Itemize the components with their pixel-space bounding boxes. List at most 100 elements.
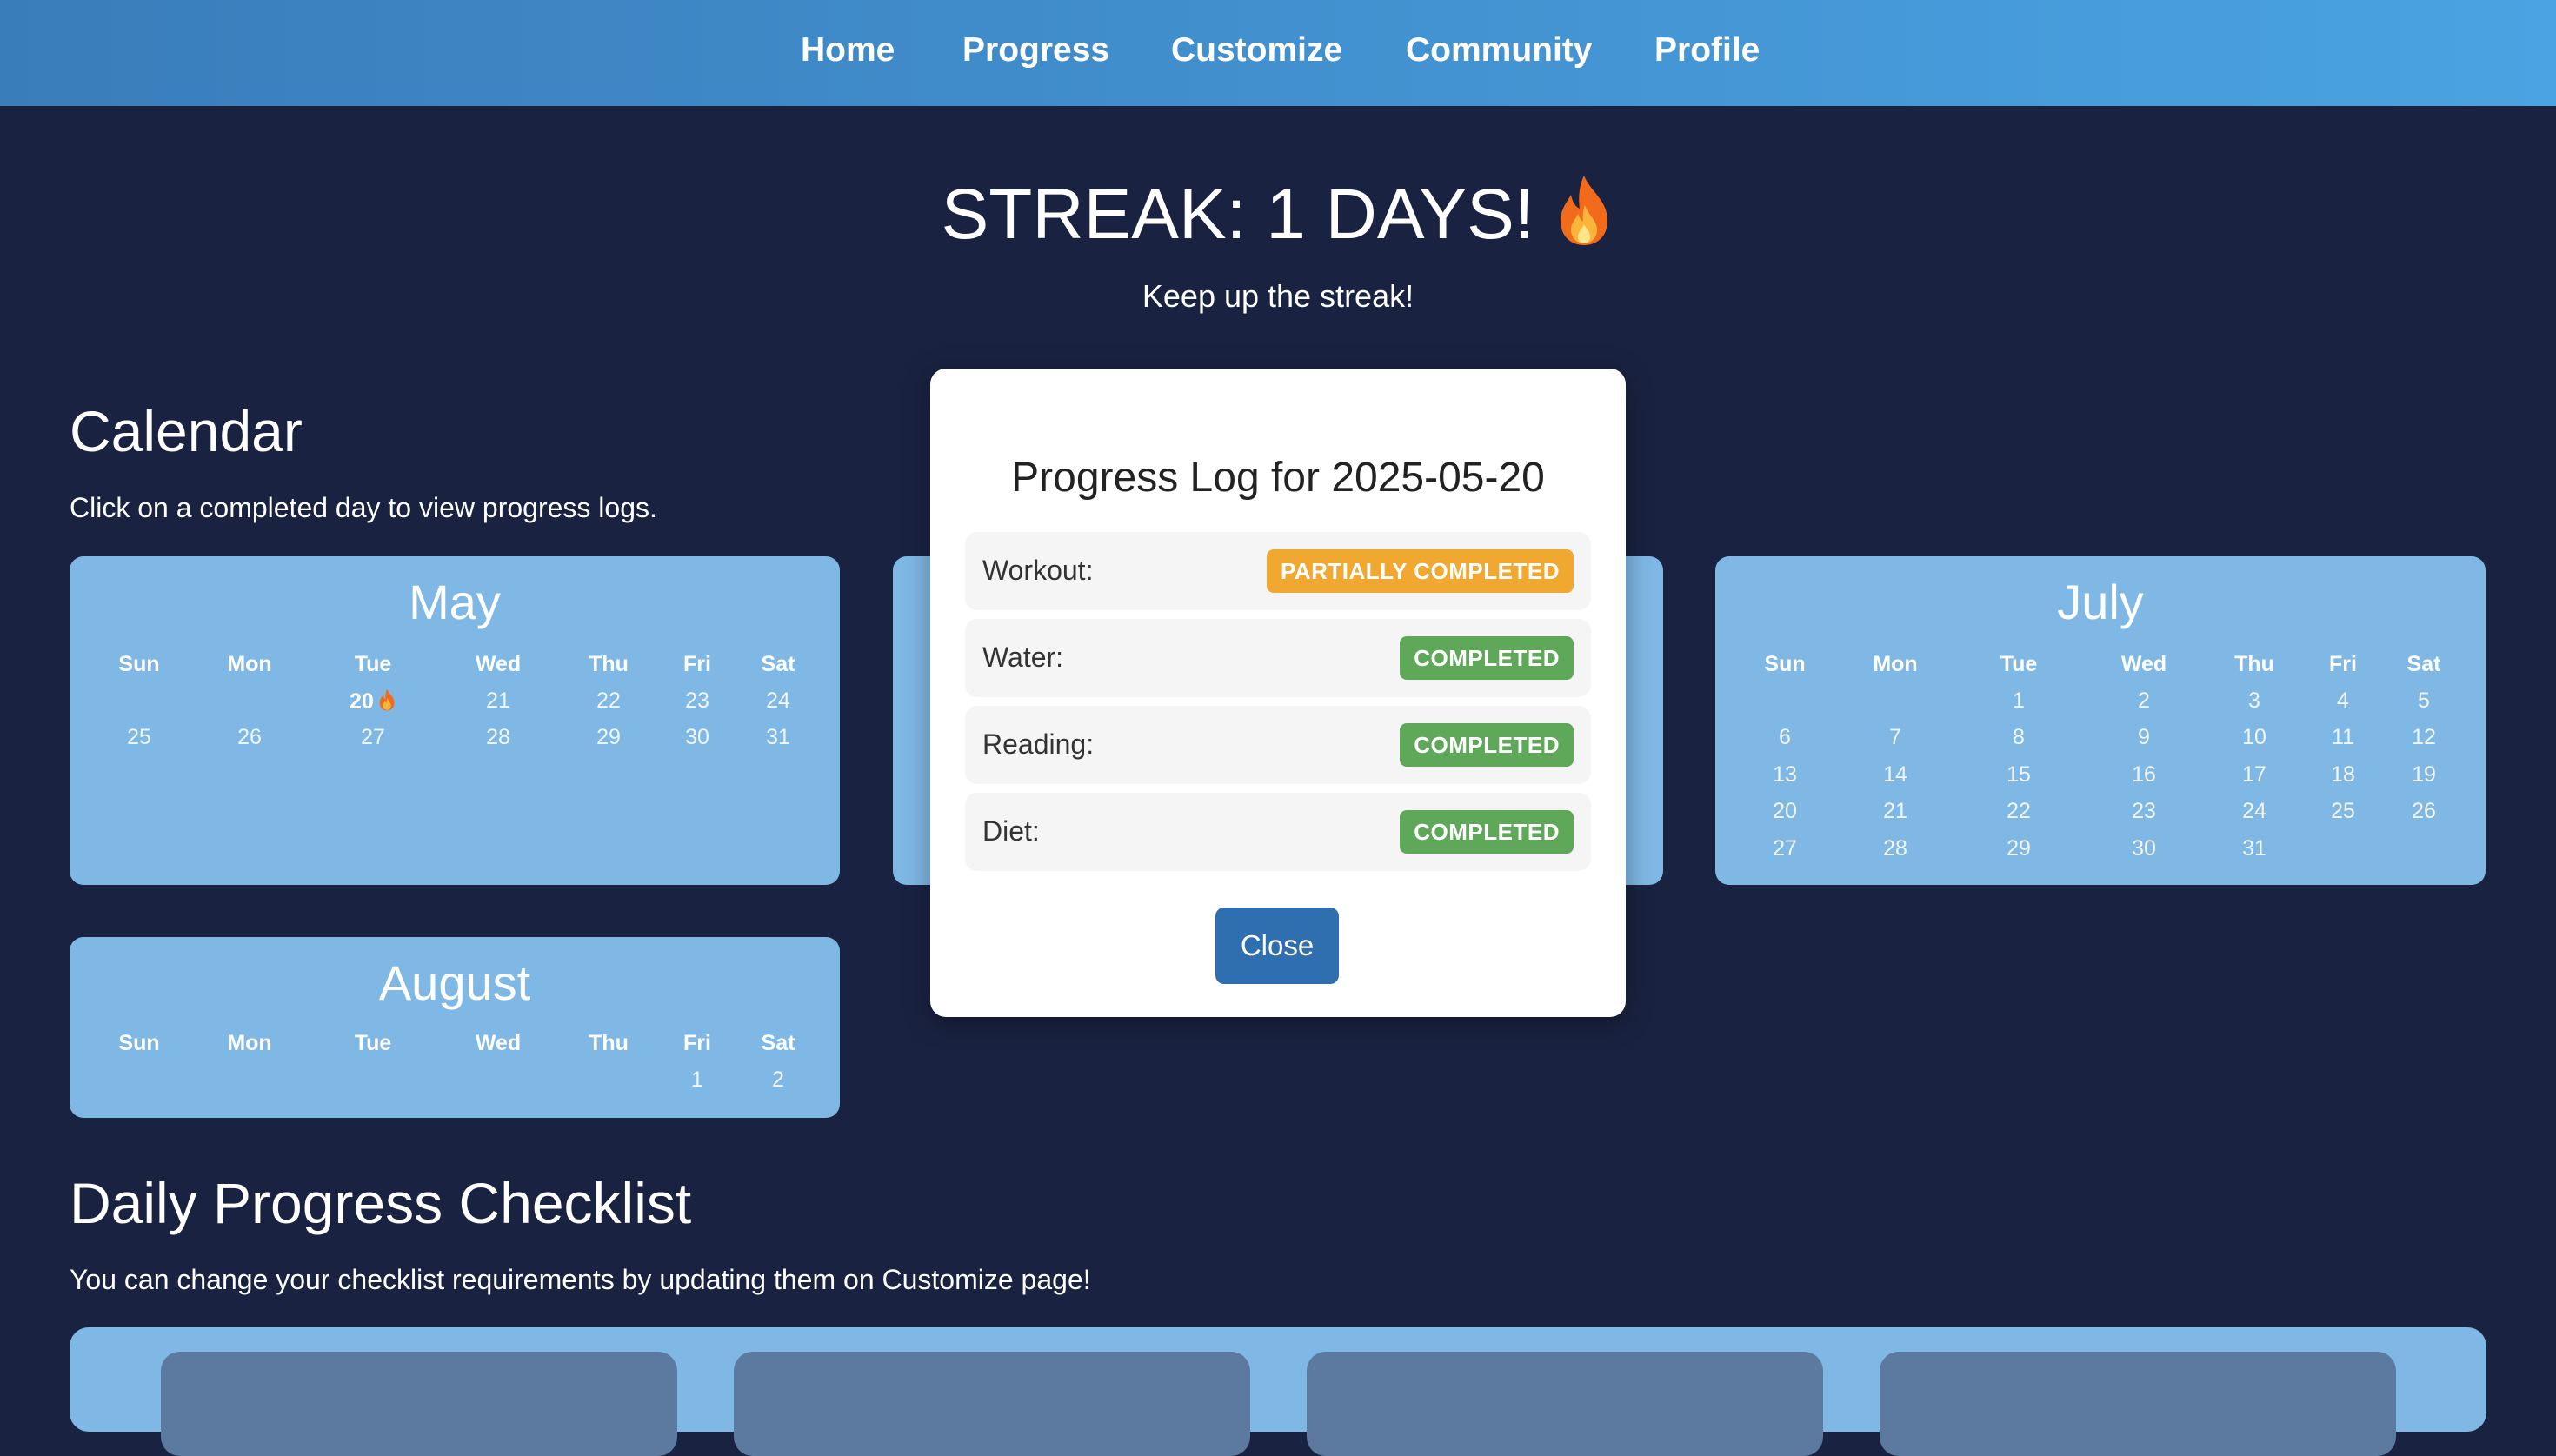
- weekday-label: Fri: [683, 652, 711, 676]
- nav-customize[interactable]: Customize: [1171, 31, 1342, 70]
- checklist-subtitle: You can change your checklist requiremen…: [70, 1264, 1091, 1295]
- calendar-day[interactable]: 25: [2331, 799, 2355, 824]
- weekday-label: Mon: [227, 1031, 272, 1055]
- log-row-diet: Diet: COMPLETED: [965, 793, 1591, 871]
- calendar-day[interactable]: 9: [2138, 725, 2150, 750]
- nav-profile[interactable]: Profile: [1654, 31, 1760, 70]
- calendar-day[interactable]: 26: [2412, 799, 2436, 824]
- calendar-day[interactable]: 1: [691, 1067, 703, 1093]
- calendar-day[interactable]: 11: [2332, 725, 2354, 750]
- calendar-day-completed[interactable]: 20: [349, 688, 396, 715]
- log-row-water: Water: COMPLETED: [965, 619, 1591, 697]
- weekday-header: Sun Mon Tue Wed Thu Fri Sat: [70, 1031, 840, 1066]
- month-title: May: [409, 575, 501, 629]
- checklist-card[interactable]: [1880, 1352, 2396, 1456]
- calendar-day[interactable]: 14: [1883, 762, 1907, 788]
- calendar-day[interactable]: 10: [2242, 725, 2266, 750]
- calendar-day[interactable]: 17: [2242, 762, 2266, 788]
- calendar-day[interactable]: 22: [2007, 799, 2031, 824]
- fire-icon: [1554, 174, 1614, 264]
- weekday-label: Wed: [2120, 652, 2167, 676]
- week-row: 20 21 22 23 24 25 26: [1715, 799, 2486, 834]
- calendar-day[interactable]: 20: [1773, 799, 1797, 824]
- log-label: Reading:: [982, 728, 1095, 760]
- log-label: Water:: [982, 642, 1064, 673]
- weekday-label: Sun: [118, 652, 160, 676]
- fire-icon: [374, 688, 396, 714]
- top-navbar: Home Progress Customize Community Profil…: [0, 0, 2556, 106]
- calendar-day[interactable]: 23: [685, 688, 709, 714]
- weekday-label: Sat: [761, 652, 795, 676]
- month-title: August: [378, 955, 531, 1010]
- calendar-day[interactable]: 4: [2337, 688, 2349, 714]
- checklist-card[interactable]: [734, 1352, 1250, 1456]
- month-card-may: May Sun Mon Tue Wed Thu Fri Sat 20 21 22 23 24 25 2…: [70, 556, 840, 885]
- calendar-day[interactable]: 5: [2418, 688, 2430, 714]
- calendar-day[interactable]: 28: [1883, 836, 1907, 861]
- calendar-day[interactable]: 3: [2248, 688, 2260, 714]
- log-row-workout: Workout: PARTIALLY COMPLETED: [965, 532, 1591, 610]
- calendar-day[interactable]: 27: [361, 725, 385, 750]
- calendar-day[interactable]: 8: [2013, 725, 2025, 750]
- weekday-label: Thu: [589, 652, 629, 676]
- month-title: July: [2057, 575, 2144, 629]
- weekday-header: Sun Mon Tue Wed Thu Fri Sat: [1715, 652, 2486, 687]
- calendar-day[interactable]: 21: [486, 688, 510, 714]
- calendar-day[interactable]: 22: [596, 688, 621, 714]
- weekday-label: Sun: [118, 1031, 160, 1055]
- weekday-label: Wed: [475, 1031, 522, 1055]
- close-button[interactable]: Close: [1215, 908, 1339, 984]
- checklist-heading: Daily Progress Checklist: [70, 1171, 692, 1235]
- calendar-day[interactable]: 24: [766, 688, 790, 714]
- week-row: 27 28 29 30 31: [1715, 836, 2486, 871]
- calendar-day[interactable]: 2: [2138, 688, 2150, 714]
- calendar-day[interactable]: 25: [127, 725, 151, 750]
- weekday-label: Tue: [354, 1031, 392, 1055]
- calendar-day[interactable]: 6: [1779, 725, 1791, 750]
- calendar-day[interactable]: 30: [2132, 836, 2156, 861]
- calendar-day[interactable]: 24: [2242, 799, 2266, 824]
- calendar-day[interactable]: 31: [2242, 836, 2266, 861]
- weekday-label: Thu: [2234, 652, 2274, 676]
- calendar-day[interactable]: 31: [766, 725, 790, 750]
- calendar-day[interactable]: 16: [2132, 762, 2156, 788]
- day-number: 20: [349, 689, 374, 714]
- calendar-day[interactable]: 28: [486, 725, 510, 750]
- progress-log-modal: Progress Log for 2025-05-20 Workout: PAR…: [930, 369, 1626, 1017]
- calendar-day[interactable]: 19: [2412, 762, 2436, 788]
- checklist-card[interactable]: [161, 1352, 677, 1456]
- status-badge: COMPLETED: [1400, 810, 1574, 854]
- nav-home[interactable]: Home: [801, 31, 895, 70]
- calendar-day[interactable]: 15: [2007, 762, 2031, 788]
- streak-text: STREAK: 1 DAYS!: [941, 175, 1534, 254]
- calendar-day[interactable]: 29: [596, 725, 621, 750]
- calendar-day[interactable]: 18: [2331, 762, 2355, 788]
- weekday-label: Sat: [2406, 652, 2441, 676]
- weekday-label: Tue: [2000, 652, 2038, 676]
- calendar-day[interactable]: 13: [1773, 762, 1797, 788]
- status-badge: COMPLETED: [1400, 636, 1574, 680]
- calendar-day[interactable]: 23: [2132, 799, 2156, 824]
- log-label: Diet:: [982, 815, 1040, 847]
- calendar-day[interactable]: 12: [2412, 725, 2436, 750]
- calendar-day[interactable]: 30: [685, 725, 709, 750]
- weekday-label: Fri: [683, 1031, 711, 1055]
- week-row: 20 21 22 23 24: [70, 688, 840, 723]
- calendar-day[interactable]: 29: [2007, 836, 2031, 861]
- nav-progress[interactable]: Progress: [962, 31, 1109, 70]
- streak-subtitle: Keep up the streak!: [1142, 278, 1414, 314]
- calendar-day[interactable]: 21: [1883, 799, 1907, 824]
- calendar-day[interactable]: 27: [1773, 836, 1797, 861]
- week-row: 1 2 3 4 5: [1715, 688, 2486, 723]
- calendar-day[interactable]: 2: [772, 1067, 784, 1093]
- checklist-card[interactable]: [1307, 1352, 1823, 1456]
- week-row: 25 26 27 28 29 30 31: [70, 725, 840, 760]
- calendar-day[interactable]: 26: [237, 725, 262, 750]
- month-card-july: July Sun Mon Tue Wed Thu Fri Sat 12345 6 7 8 9 10 1…: [1715, 556, 2486, 885]
- calendar-day[interactable]: 1: [2013, 688, 2025, 714]
- calendar-day[interactable]: 7: [1889, 725, 1901, 750]
- weekday-header: Sun Mon Tue Wed Thu Fri Sat: [70, 652, 840, 687]
- week-row: 6 7 8 9 10 11 12: [1715, 725, 2486, 760]
- nav-community[interactable]: Community: [1406, 31, 1593, 70]
- week-row: 13 14 15 16 17 18 19: [1715, 762, 2486, 797]
